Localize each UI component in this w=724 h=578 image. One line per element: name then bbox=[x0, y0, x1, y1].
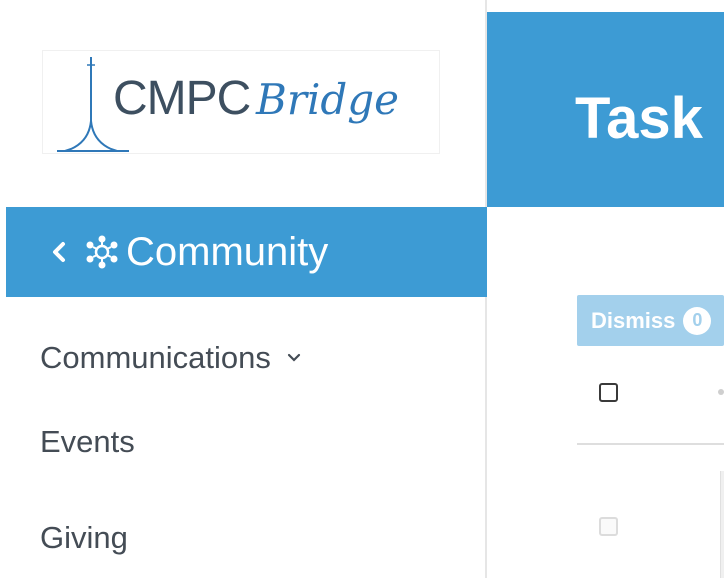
sidebar-item-label: Events bbox=[40, 424, 135, 459]
chevron-left-icon bbox=[53, 242, 65, 262]
row-cell-divider bbox=[720, 471, 724, 578]
community-network-icon bbox=[86, 235, 118, 269]
chevron-down-icon bbox=[287, 353, 300, 362]
sidebar-item-communications[interactable]: Communications bbox=[40, 340, 301, 376]
select-all-checkbox[interactable] bbox=[599, 383, 618, 402]
table-row bbox=[577, 447, 724, 578]
page-title: Task bbox=[575, 86, 703, 151]
logo-primary-text: CMPC bbox=[113, 72, 251, 125]
sidebar: CMPC Bridge Community Communications Eve… bbox=[0, 0, 487, 578]
community-section-label: Community bbox=[126, 229, 329, 274]
logo-secondary-text: Bridge bbox=[256, 75, 400, 124]
dismiss-button-label: Dismiss bbox=[591, 307, 676, 333]
community-section-back-button[interactable]: Community bbox=[6, 207, 487, 297]
dismiss-button[interactable]: Dismiss 0 bbox=[577, 295, 724, 346]
table-header-row bbox=[577, 347, 724, 445]
row-checkbox[interactable] bbox=[599, 517, 618, 536]
sidebar-item-events[interactable]: Events bbox=[40, 424, 135, 460]
sidebar-item-label: Giving bbox=[40, 520, 128, 555]
dismiss-count-badge: 0 bbox=[683, 306, 712, 335]
column-header-indicator bbox=[718, 389, 724, 395]
page-header: Task bbox=[487, 12, 724, 207]
sidebar-item-giving[interactable]: Giving bbox=[40, 520, 128, 556]
app-logo[interactable]: CMPC Bridge bbox=[42, 50, 440, 154]
sidebar-item-label: Communications bbox=[40, 340, 271, 375]
